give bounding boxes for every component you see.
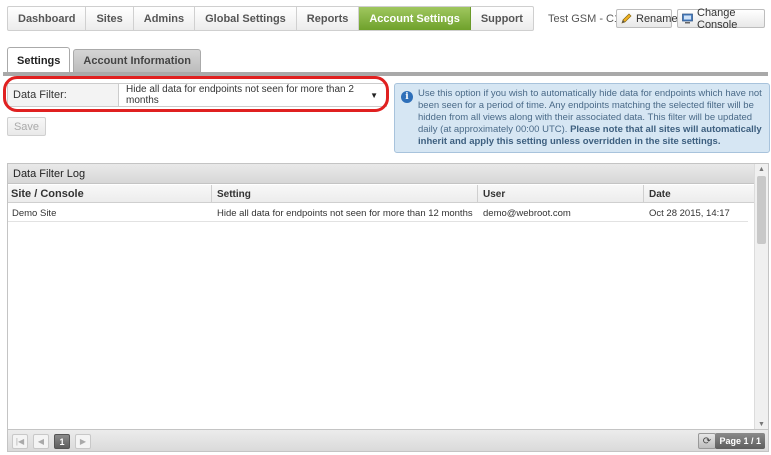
tab-account-information[interactable]: Account Information — [73, 49, 201, 72]
vertical-scrollbar[interactable]: ▲ ▼ — [754, 164, 768, 430]
cell-site: Demo Site — [12, 207, 57, 219]
nav-admins[interactable]: Admins — [134, 7, 196, 30]
top-nav: Dashboard Sites Admins Global Settings R… — [7, 6, 534, 31]
scrollbar-thumb[interactable] — [757, 176, 766, 244]
column-header-date[interactable]: Date — [644, 185, 756, 203]
data-filter-selected-value: Hide all data for endpoints not seen for… — [126, 84, 354, 106]
data-filter-log-panel: Data Filter Log Site / Console Setting U… — [7, 163, 769, 452]
nav-dashboard[interactable]: Dashboard — [8, 7, 87, 30]
console-name: Test GSM - C1 — [548, 13, 621, 25]
table-row[interactable]: Demo Site Hide all data for endpoints no… — [8, 204, 748, 222]
refresh-icon[interactable]: ⟳ — [698, 433, 716, 449]
pencil-icon — [621, 13, 632, 24]
tab-divider — [3, 72, 768, 76]
page-indicator: Page 1 / 1 — [715, 433, 765, 449]
settings-tabs: Settings Account Information — [7, 47, 204, 73]
prev-page-icon[interactable]: ◀ — [33, 434, 49, 449]
rename-label: Rename — [636, 12, 678, 25]
change-console-button[interactable]: Change Console — [677, 6, 765, 31]
current-page-button[interactable]: 1 — [54, 434, 70, 449]
nav-global-settings[interactable]: Global Settings — [195, 7, 297, 30]
console-icon — [682, 13, 693, 24]
save-button[interactable]: Save — [7, 117, 46, 136]
scroll-down-icon[interactable]: ▼ — [758, 421, 765, 428]
cell-user: demo@webroot.com — [483, 207, 571, 219]
data-filter-row: Data Filter: Hide all data for endpoints… — [7, 83, 387, 107]
change-console-label: Change Console — [697, 6, 738, 31]
nav-sites[interactable]: Sites — [86, 7, 134, 30]
tab-settings[interactable]: Settings — [7, 47, 71, 73]
info-icon: i — [401, 91, 413, 103]
dropdown-arrow-icon: ▼ — [370, 91, 378, 100]
info-box: i Use this option if you wish to automat… — [394, 83, 770, 153]
nav-reports[interactable]: Reports — [297, 7, 360, 30]
column-header-setting[interactable]: Setting — [212, 185, 478, 203]
log-title: Data Filter Log — [8, 164, 768, 184]
rename-button[interactable]: Rename — [616, 9, 678, 28]
next-page-icon[interactable]: ▶ — [75, 434, 91, 449]
log-table-header: Site / Console Setting User Date — [8, 185, 756, 203]
cell-setting: Hide all data for endpoints not seen for… — [217, 207, 473, 219]
column-header-site-console[interactable]: Site / Console — [8, 185, 212, 203]
cell-date: Oct 28 2015, 14:17 — [649, 207, 730, 219]
nav-support[interactable]: Support — [471, 7, 533, 30]
data-filter-select[interactable]: Hide all data for endpoints not seen for… — [119, 84, 386, 106]
pager-bar: |◀ ◀ 1 ▶ ⟳ Page 1 / 1 — [8, 429, 768, 451]
scroll-up-icon[interactable]: ▲ — [758, 166, 765, 173]
data-filter-label: Data Filter: — [8, 84, 119, 106]
first-page-icon[interactable]: |◀ — [12, 434, 28, 449]
nav-account-settings[interactable]: Account Settings — [359, 7, 471, 30]
column-header-user[interactable]: User — [478, 185, 644, 203]
